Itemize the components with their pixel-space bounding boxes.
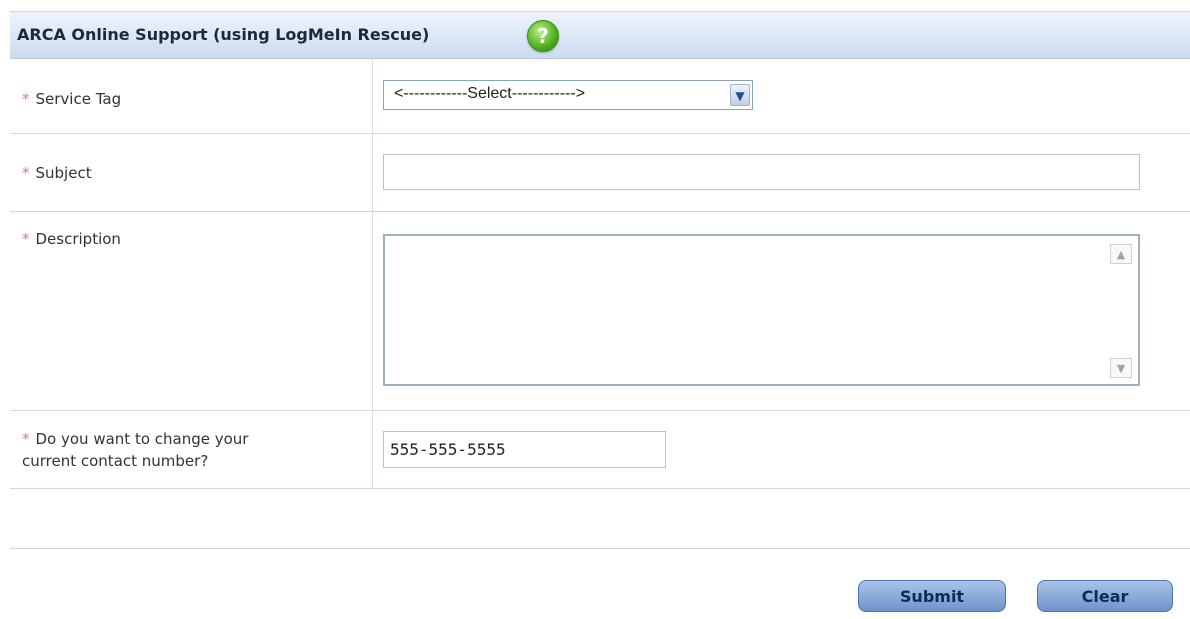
submit-button[interactable]: Submit xyxy=(858,580,1006,612)
help-question-icon[interactable]: ? xyxy=(527,20,559,52)
service-tag-selected-value: <------------Select------------> xyxy=(394,85,586,102)
required-marker: * xyxy=(22,230,30,248)
row-divider xyxy=(10,488,1190,489)
description-textarea[interactable]: ▲ ▼ xyxy=(383,234,1140,386)
description-label: * Description xyxy=(22,230,121,248)
row-divider xyxy=(10,410,1190,411)
form-header: ARCA Online Support (using LogMeIn Rescu… xyxy=(10,11,1190,59)
clear-button[interactable]: Clear xyxy=(1037,580,1173,612)
contact-number-input[interactable]: 555-555-5555 xyxy=(383,431,666,468)
contact-number-label: * Do you want to change your current cont… xyxy=(22,430,249,470)
required-marker: * xyxy=(22,164,30,182)
required-marker: * xyxy=(22,430,30,448)
service-tag-select[interactable]: <------------Select------------> ▼ xyxy=(383,80,753,110)
chevron-down-icon[interactable]: ▼ xyxy=(730,84,750,106)
subject-label: * Subject xyxy=(22,164,92,182)
subject-input[interactable] xyxy=(383,154,1140,190)
support-form: ARCA Online Support (using LogMeIn Rescu… xyxy=(10,0,1190,619)
row-divider xyxy=(10,211,1190,212)
required-marker: * xyxy=(22,90,30,108)
form-title: ARCA Online Support (using LogMeIn Rescu… xyxy=(17,25,430,44)
row-divider xyxy=(10,133,1190,134)
scroll-up-icon[interactable]: ▲ xyxy=(1110,244,1132,264)
row-divider xyxy=(10,548,1190,549)
scroll-down-icon[interactable]: ▼ xyxy=(1110,358,1132,378)
column-divider xyxy=(372,57,373,488)
service-tag-label: * Service Tag xyxy=(22,90,122,108)
